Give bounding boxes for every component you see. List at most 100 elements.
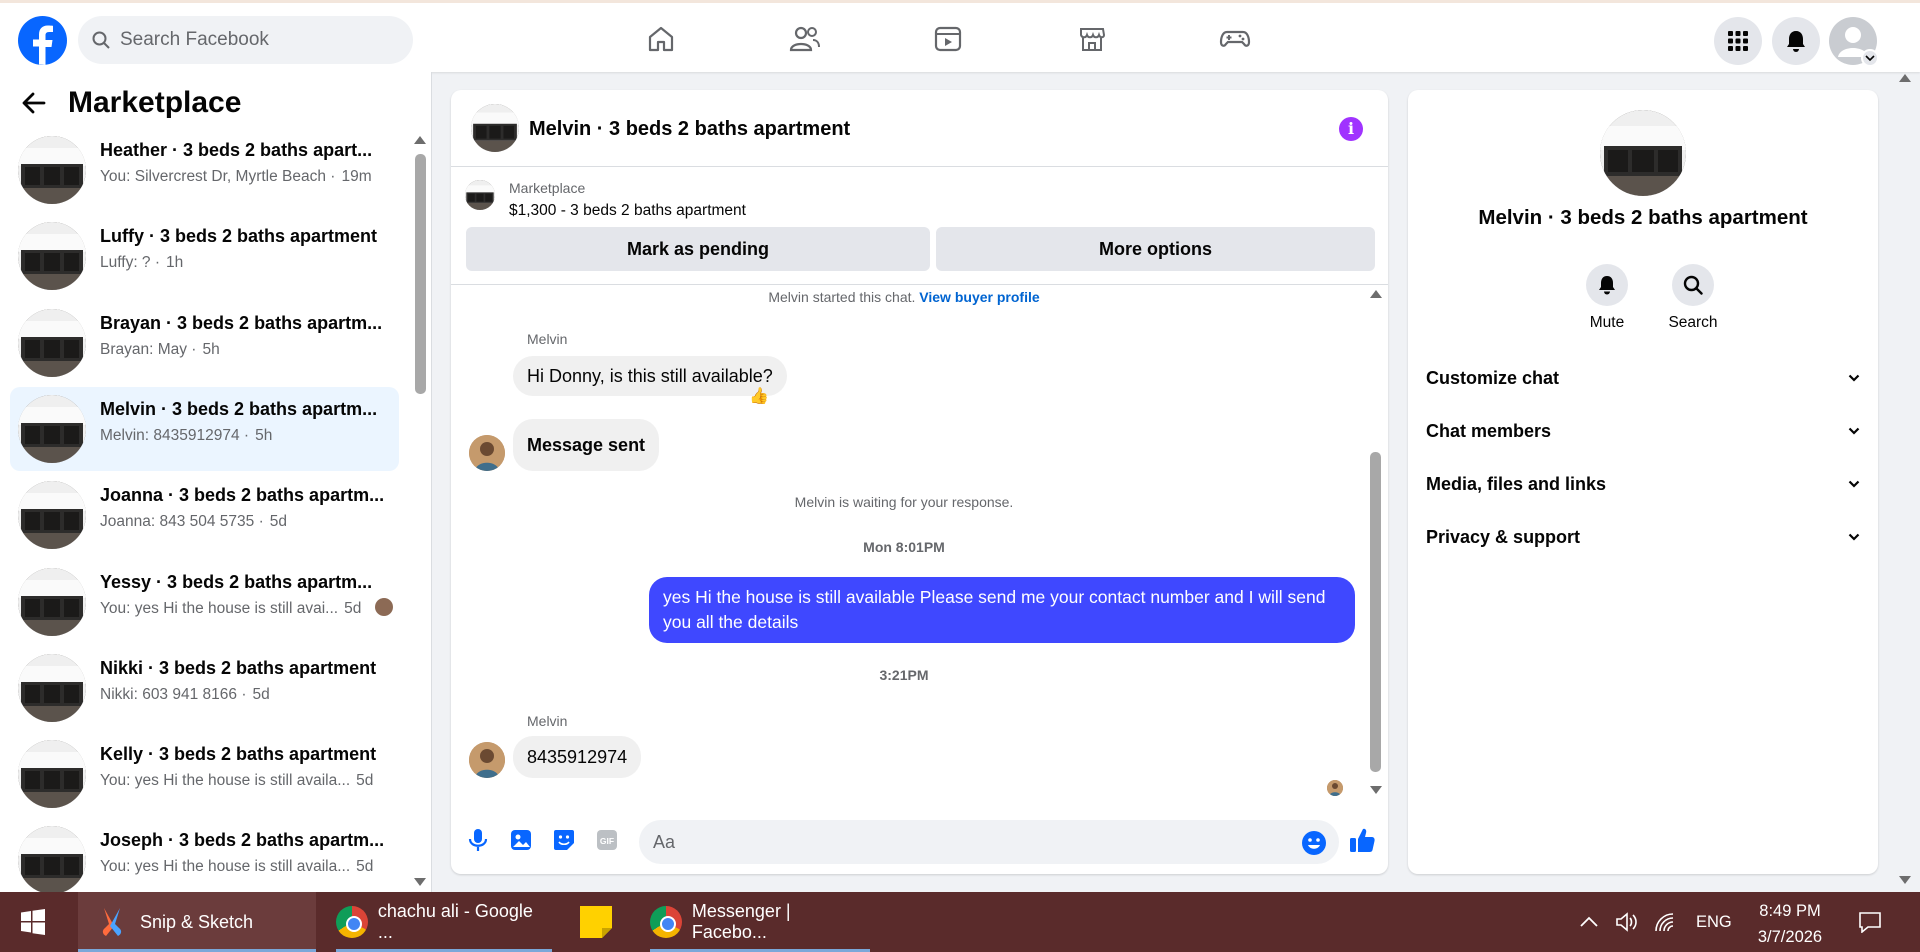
home-icon[interactable]	[643, 21, 679, 57]
chat-details-panel: Melvin · 3 beds 2 baths apartment Mute S…	[1408, 90, 1878, 874]
clock[interactable]: 8:49 PM 3/7/2026	[1740, 898, 1840, 950]
preview-time: 19m	[341, 168, 372, 185]
info-icon[interactable]: i	[1339, 117, 1363, 141]
chat-title[interactable]: Melvin · 3 beds 2 baths apartment	[529, 118, 850, 141]
message-text: Hi Donny, is this still available?	[527, 365, 773, 386]
listing-thumbnail	[18, 222, 86, 291]
message-input[interactable]	[639, 820, 1339, 864]
facebook-logo[interactable]	[18, 16, 67, 65]
chevron-down-icon	[1848, 533, 1860, 541]
account-avatar[interactable]	[1829, 17, 1879, 67]
search-bar[interactable]: Search Facebook	[78, 16, 413, 64]
listing-photo[interactable]	[1600, 110, 1686, 196]
taskbar-chrome-messenger[interactable]: Messenger | Facebo...	[650, 892, 870, 952]
notification-center-icon[interactable]	[1858, 892, 1882, 952]
conversation-preview: You: yes Hi the house is still avai... 5d	[100, 600, 361, 618]
chat-scroll-up-arrow[interactable]	[1370, 290, 1382, 298]
conversation-item[interactable]: Kelly · 3 beds 2 baths apartment You: yes…	[10, 732, 399, 816]
taskbar-sticky-notes[interactable]	[578, 892, 614, 952]
conversation-title: Nikki · 3 beds 2 baths apartment	[100, 657, 377, 678]
taskbar-chrome-window-1[interactable]: chachu ali - Google ...	[336, 892, 552, 952]
section-label: Chat members	[1426, 420, 1552, 441]
preview-text: You: Silvercrest Dr, Myrtle Beach ·	[100, 168, 336, 185]
chat-scroll-down-arrow[interactable]	[1370, 786, 1382, 794]
gaming-icon[interactable]	[1217, 21, 1253, 57]
conversation-item[interactable]: Brayan · 3 beds 2 baths apartm... Brayan:…	[10, 301, 399, 385]
chat-members-section[interactable]: Chat members	[1426, 411, 1860, 451]
snip-sketch-icon	[98, 906, 126, 938]
conversation-item[interactable]: Nikki · 3 beds 2 baths apartment Nikki: 6…	[10, 646, 399, 730]
scroll-up-arrow[interactable]	[414, 136, 426, 144]
sidebar-scrollbar[interactable]	[415, 154, 426, 394]
listing-thumbnail-small[interactable]	[465, 180, 495, 210]
buyer-avatar[interactable]	[469, 742, 505, 778]
emoji-icon[interactable]	[1301, 830, 1327, 856]
marketplace-icon[interactable]	[1074, 21, 1110, 57]
listing-thumbnail	[18, 653, 86, 722]
clock-time: 8:49 PM	[1759, 902, 1821, 920]
listing-thumbnail	[18, 567, 86, 636]
search-label: Search	[1668, 314, 1718, 331]
conversation-item[interactable]: Yessy · 3 beds 2 baths apartm... You: yes…	[10, 560, 399, 644]
gif-icon[interactable]: GIF	[593, 826, 621, 854]
preview-text: You: yes Hi the house is still avai...	[100, 599, 339, 617]
clock-date: 3/7/2026	[1757, 928, 1823, 946]
listing-thumbnail[interactable]	[471, 104, 519, 152]
chat-started-notice: Melvin started this chat. View buyer pro…	[451, 289, 1357, 305]
search-input[interactable]: Search Facebook	[120, 29, 269, 51]
more-options-button[interactable]: More options	[936, 227, 1375, 271]
buyer-avatar[interactable]	[469, 435, 505, 471]
back-arrow-icon[interactable]	[22, 92, 46, 114]
microphone-icon[interactable]	[464, 826, 492, 854]
conversation-item[interactable]: Joanna · 3 beds 2 baths apartm... Joanna:…	[10, 473, 399, 557]
photo-icon[interactable]	[507, 826, 535, 854]
language-indicator[interactable]: ENG	[1696, 913, 1732, 932]
thumbs-up-reaction[interactable]: 👍	[749, 386, 769, 406]
message-text: Message sent	[527, 434, 646, 455]
network-wifi-icon[interactable]	[1654, 912, 1676, 932]
message-bubble-incoming[interactable]: 8435912974	[513, 736, 642, 778]
notifications-bell-icon[interactable]	[1772, 17, 1820, 65]
video-icon[interactable]	[930, 21, 966, 57]
message-bubble-incoming[interactable]: Hi Donny, is this still available?	[513, 356, 787, 396]
page-scroll-down-arrow[interactable]	[1899, 876, 1911, 884]
menu-grid-icon[interactable]	[1714, 17, 1762, 65]
svg-text:GIF: GIF	[600, 836, 614, 846]
view-buyer-profile-link[interactable]: View buyer profile	[919, 289, 1039, 305]
taskbar-snip-sketch[interactable]: Snip & Sketch	[78, 892, 316, 952]
preview-text: Nikki: 603 941 8166 ·	[100, 685, 247, 703]
conversation-title: Yessy · 3 beds 2 baths apartm...	[100, 571, 373, 592]
like-thumbs-up-icon[interactable]	[1347, 825, 1377, 855]
listing-label: Marketplace	[509, 180, 586, 196]
preview-time: 1h	[166, 254, 184, 272]
conversation-item[interactable]: Heather · 3 beds 2 baths apart... You: Si…	[10, 128, 399, 212]
volume-icon[interactable]	[1616, 912, 1638, 932]
privacy-support-section[interactable]: Privacy & support	[1426, 517, 1860, 557]
preview-time: 5d	[356, 772, 374, 790]
show-hidden-icons-icon[interactable]	[1580, 916, 1598, 928]
start-button[interactable]	[20, 892, 46, 952]
listing-price[interactable]: $1,300 - 3 beds 2 baths apartment	[509, 202, 746, 220]
preview-time: 5d	[252, 685, 270, 703]
seen-receipt-avatar	[375, 597, 393, 616]
media-files-links-section[interactable]: Media, files and links	[1426, 464, 1860, 504]
preview-time: 5h	[255, 426, 273, 444]
sticker-icon[interactable]	[550, 826, 578, 854]
page-scroll-up-arrow[interactable]	[1899, 74, 1911, 82]
conversation-item[interactable]: Melvin · 3 beds 2 baths apartm... Melvin:…	[10, 386, 399, 471]
windows-logo-icon	[20, 909, 46, 935]
friends-icon[interactable]	[787, 21, 823, 57]
conversation-preview: Nikki: 603 941 8166 · 5d	[100, 686, 270, 704]
customize-chat-section[interactable]: Customize chat	[1426, 358, 1860, 398]
chat-scrollbar[interactable]	[1370, 452, 1381, 772]
search-in-chat-button[interactable]: Search	[1658, 264, 1728, 332]
mark-as-pending-button[interactable]: Mark as pending	[466, 227, 930, 271]
scroll-down-arrow[interactable]	[414, 878, 426, 886]
chevron-down-icon	[1861, 49, 1879, 67]
message-bubble-outgoing[interactable]: yes Hi the house is still available Plea…	[649, 577, 1355, 643]
section-label: Customize chat	[1426, 367, 1560, 388]
mute-button[interactable]: Mute	[1572, 264, 1642, 332]
conversation-item[interactable]: Joseph · 3 beds 2 baths apartm... You: ye…	[10, 818, 399, 902]
message-bubble-incoming[interactable]: Message sent	[513, 419, 660, 471]
conversation-item[interactable]: Luffy · 3 beds 2 baths apartment Luffy: ?…	[10, 214, 399, 298]
